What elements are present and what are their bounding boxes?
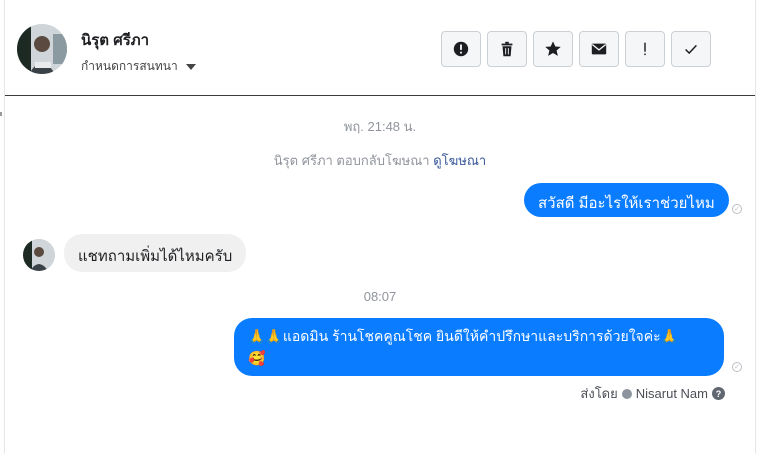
assign-label: กำหนดการสนทนา	[81, 59, 178, 73]
message-text-emoji: 🥰	[248, 350, 266, 366]
outgoing-message[interactable]: 🙏🙏แอดมิน ร้านโชคคูณโชค ยินดีให้คำปรึกษาแ…	[234, 318, 724, 376]
star-button[interactable]	[533, 31, 573, 67]
timestamp: 08:07	[363, 289, 397, 304]
mark-done-button[interactable]	[671, 31, 711, 67]
assign-conversation-dropdown[interactable]: กำหนดการสนทนา	[81, 57, 196, 76]
seen-indicator-icon: ✓	[732, 204, 742, 214]
envelope-icon	[591, 43, 607, 55]
sent-by-name: Nisarut Nam	[635, 386, 708, 401]
caret-down-icon	[185, 63, 196, 70]
delete-button[interactable]	[487, 31, 527, 67]
conversation-panel: นิรุต ศรีภา กำหนดการสนทนา พฤ. 21:48 น. น…	[4, 0, 756, 454]
sent-by-info: ส่งโดย Nisarut Nam ?	[580, 383, 725, 404]
help-icon[interactable]: ?	[712, 387, 725, 400]
seen-indicator-icon: ✓	[732, 362, 742, 372]
edge-marker	[0, 112, 2, 116]
mark-unread-button[interactable]	[579, 31, 619, 67]
timestamp: พฤ. 21:48 น.	[343, 119, 417, 134]
contact-name[interactable]: นิรุต ศรีภา	[81, 28, 149, 52]
exclamation-icon	[644, 42, 646, 56]
sender-avatar[interactable]	[23, 239, 55, 271]
conversation-header: นิรุต ศรีภา กำหนดการสนทนา	[5, 0, 755, 96]
mark-spam-button[interactable]	[441, 31, 481, 67]
view-ad-link[interactable]: ดูโฆษณา	[433, 153, 486, 168]
alert-circle-icon	[453, 41, 469, 57]
ad-reply-notice: นิรุต ศรีภา ตอบกลับโฆษณา ดูโฆษณา	[5, 150, 755, 171]
contact-avatar[interactable]	[17, 24, 67, 74]
outgoing-message[interactable]: สวัสดี มีอะไรให้เราช่วยไหม	[524, 183, 729, 217]
trash-icon	[501, 41, 513, 57]
conversation-toolbar	[441, 31, 711, 67]
sent-by-label: ส่งโดย	[580, 386, 618, 401]
message-text: 🙏🙏แอดมิน ร้านโชคคูณโชค ยินดีให้คำปรึกษาแ…	[248, 328, 679, 344]
checkmark-icon	[685, 44, 697, 55]
avatar-photo-icon	[17, 24, 67, 74]
message-text: แชทถามเพิ่มได้ไหมครับ	[78, 248, 233, 265]
incoming-message[interactable]: แชทถามเพิ่มได้ไหมครับ	[64, 234, 247, 272]
ad-reply-text: นิรุต ศรีภา ตอบกลับโฆษณา	[273, 153, 430, 168]
star-icon	[545, 41, 561, 56]
follow-up-button[interactable]	[625, 31, 665, 67]
avatar-photo-icon	[23, 239, 55, 271]
verified-dot-icon	[621, 388, 632, 399]
message-text: สวัสดี มีอะไรให้เราช่วยไหม	[538, 195, 715, 212]
